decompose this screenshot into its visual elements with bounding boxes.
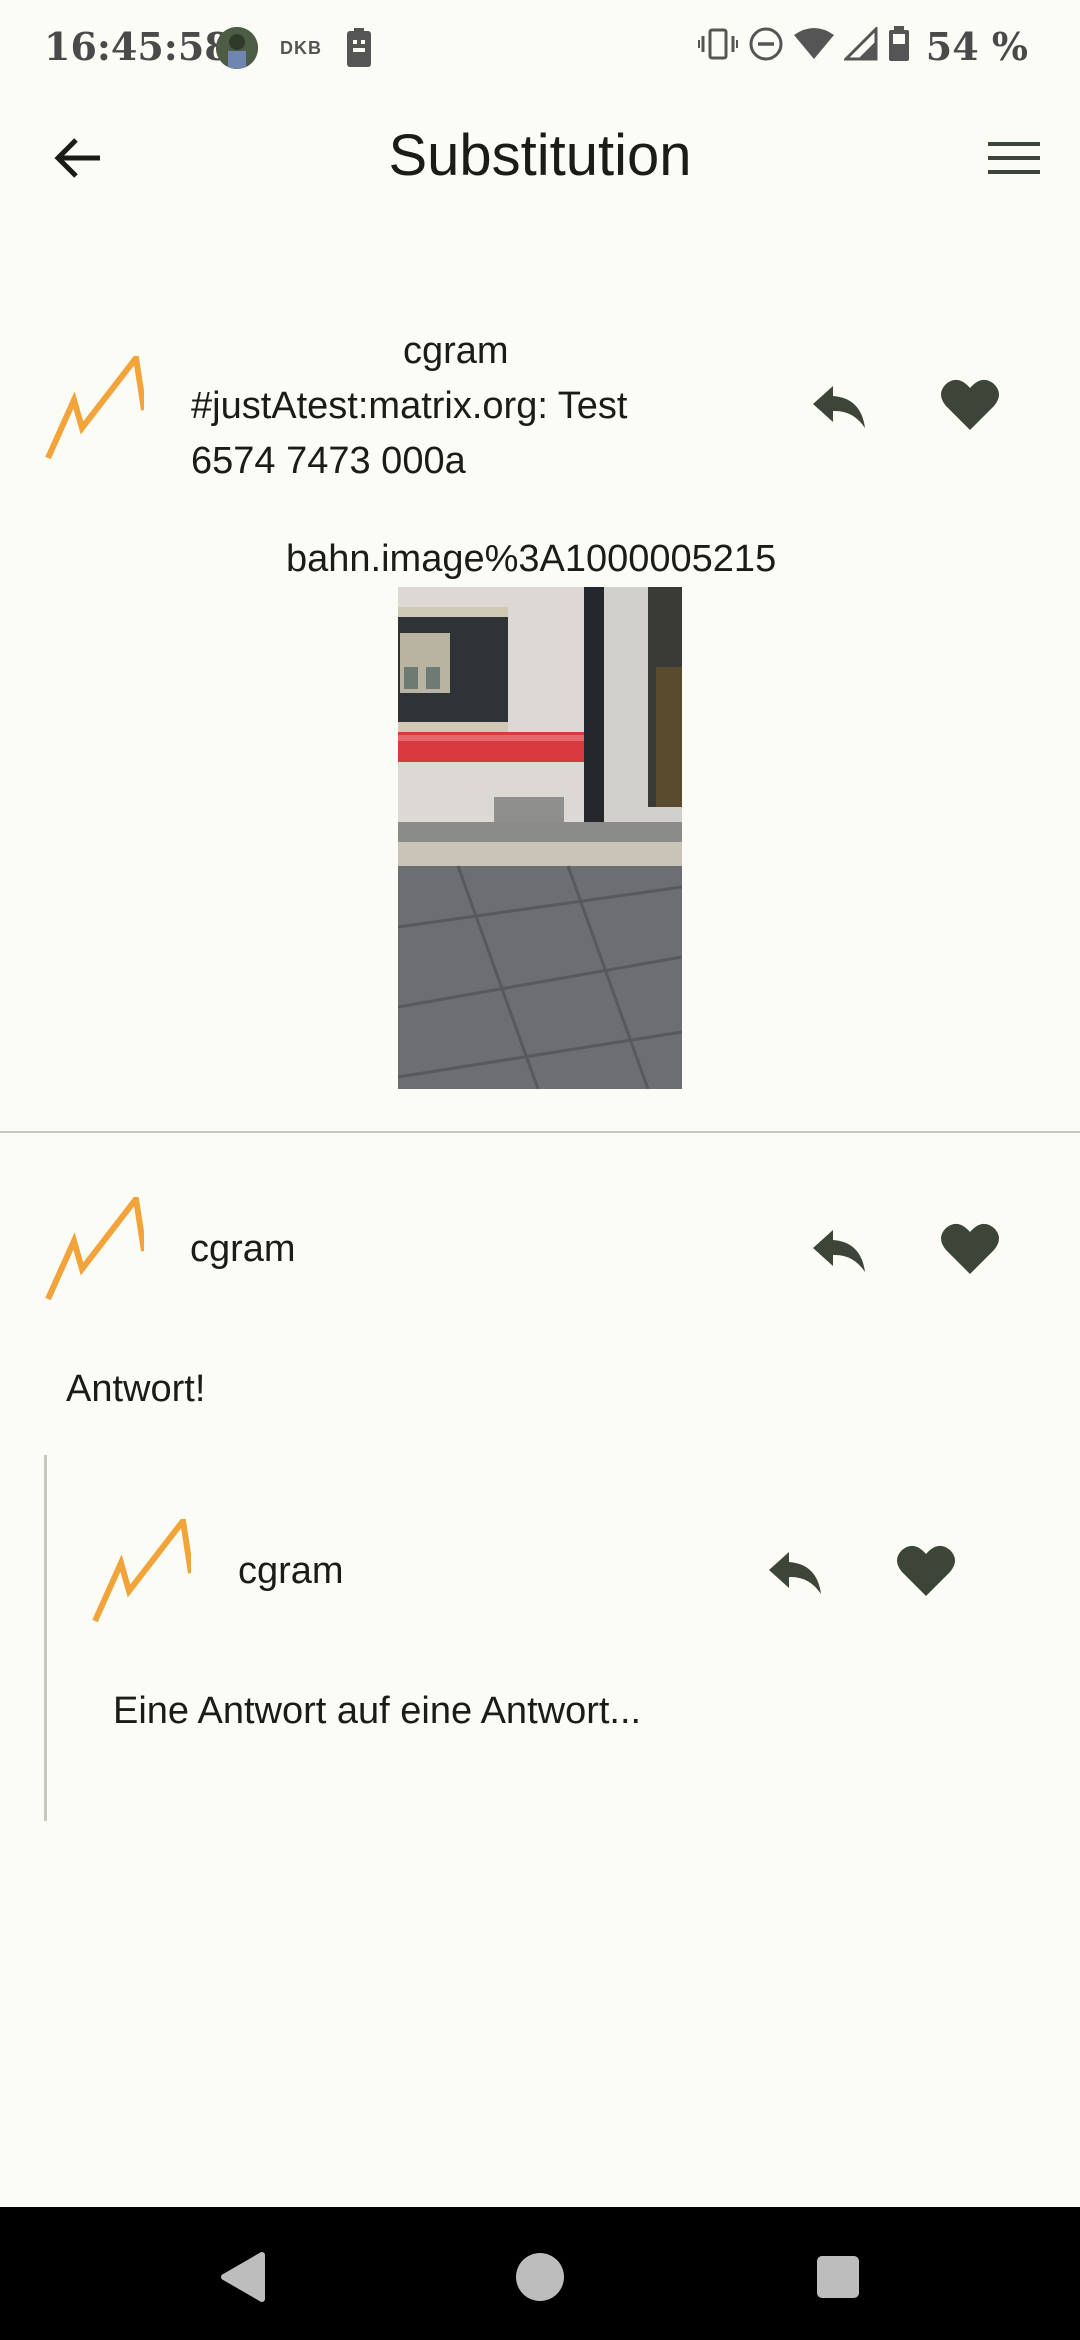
reply-icon <box>813 386 865 428</box>
menu-button[interactable] <box>976 128 1052 188</box>
matrix-m-logo-icon <box>91 1513 194 1623</box>
vibrate-icon <box>696 27 739 66</box>
notification-dkb-icon: DKB <box>280 38 322 58</box>
nav-recents-button[interactable] <box>808 2247 868 2307</box>
notification-avatar-icon <box>216 27 258 69</box>
battery-percentage: 54 % <box>925 24 1028 69</box>
app-bar: Substitution <box>0 100 1080 214</box>
notification-phone-icon <box>346 28 372 73</box>
post-author: cgram <box>403 330 509 372</box>
square-recents-icon <box>817 2256 859 2298</box>
battery-icon <box>888 26 910 67</box>
thread-indent-line <box>44 1455 47 1821</box>
like-button[interactable] <box>891 1536 961 1606</box>
wifi-icon <box>793 27 834 66</box>
triangle-back-icon <box>221 2252 265 2302</box>
cell-signal-icon <box>842 25 878 66</box>
reply-body: Antwort! <box>66 1368 206 1410</box>
attachment-filename: bahn.image%3A1000005215 <box>286 538 777 580</box>
nav-back-button[interactable] <box>212 2247 272 2307</box>
circle-home-icon <box>516 2253 564 2301</box>
status-time: 16:45:58 <box>44 24 231 69</box>
attached-image[interactable] <box>398 587 682 1089</box>
page-title: Substitution <box>388 123 692 188</box>
like-button[interactable] <box>935 370 1005 440</box>
status-bar: 16:45:58 DKB 54 % <box>0 0 1080 100</box>
matrix-m-logo-icon <box>44 350 147 460</box>
system-navigation-bar <box>0 2207 1080 2340</box>
heart-icon <box>897 1545 955 1596</box>
reply-icon <box>813 1230 865 1272</box>
post-text-line-1: #justAtest:matrix.org: Test <box>191 385 628 427</box>
nav-home-button[interactable] <box>510 2247 570 2307</box>
nested-reply-body: Eine Antwort auf eine Antwort... <box>113 1690 642 1732</box>
do-not-disturb-icon <box>748 26 784 67</box>
matrix-m-logo-icon <box>44 1191 147 1301</box>
reply-icon <box>769 1552 821 1594</box>
heart-icon <box>941 379 999 430</box>
post-text-line-2: 6574 7473 000a <box>191 440 466 482</box>
reply-author: cgram <box>190 1228 296 1270</box>
hamburger-menu-icon <box>988 142 1040 174</box>
reply-button[interactable] <box>760 1538 830 1608</box>
reply-button[interactable] <box>804 372 874 442</box>
reply-button[interactable] <box>804 1216 874 1286</box>
like-button[interactable] <box>935 1214 1005 1284</box>
nested-reply-author: cgram <box>238 1550 344 1592</box>
post-divider <box>0 1131 1080 1133</box>
heart-icon <box>941 1223 999 1274</box>
